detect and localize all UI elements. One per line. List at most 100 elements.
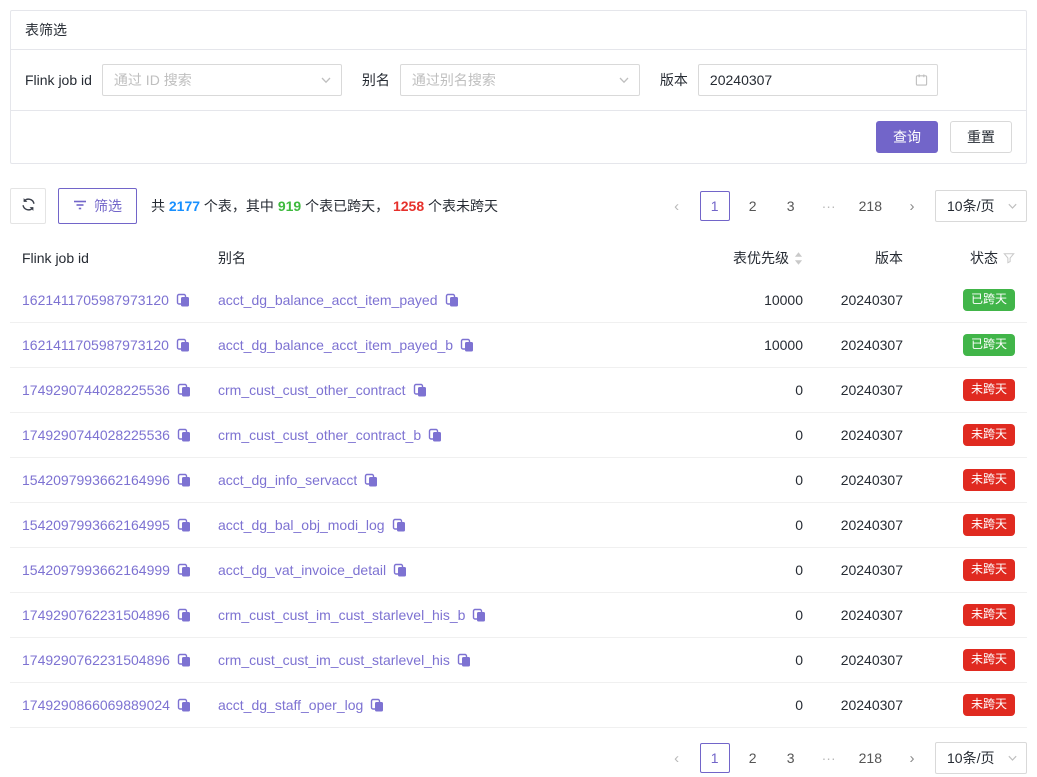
- copy-icon[interactable]: [370, 698, 384, 712]
- alias-link[interactable]: crm_cust_cust_other_contract: [218, 382, 406, 398]
- job-id-cell: 1749290744028225536: [22, 382, 218, 398]
- summary-mid2: 个表已跨天，: [301, 198, 393, 214]
- job-id-link[interactable]: 1749290762231504896: [22, 607, 170, 623]
- job-id-link[interactable]: 1542097993662164996: [22, 472, 170, 488]
- status-cell: 未跨天: [903, 469, 1015, 491]
- copy-icon[interactable]: [472, 608, 486, 622]
- refresh-button[interactable]: [10, 188, 46, 224]
- filter-toggle-button[interactable]: 筛选: [58, 188, 137, 224]
- prev-page-button[interactable]: ‹: [662, 743, 692, 773]
- funnel-filter-icon[interactable]: [1003, 252, 1015, 264]
- copy-icon[interactable]: [177, 428, 191, 442]
- job-id-link[interactable]: 1749290762231504896: [22, 652, 170, 668]
- copy-icon[interactable]: [428, 428, 442, 442]
- alias-link[interactable]: crm_cust_cust_other_contract_b: [218, 427, 421, 443]
- page-size-select[interactable]: 10条/页: [935, 190, 1027, 222]
- alias-link[interactable]: crm_cust_cust_im_cust_starlevel_his_b: [218, 607, 465, 623]
- priority-value: 10000: [764, 292, 803, 308]
- page-button-1[interactable]: 1: [700, 191, 730, 221]
- status-cell: 未跨天: [903, 649, 1015, 671]
- alias-link[interactable]: crm_cust_cust_im_cust_starlevel_his: [218, 652, 450, 668]
- status-cell: 已跨天: [903, 289, 1015, 311]
- page-size-select[interactable]: 10条/页: [935, 742, 1027, 774]
- copy-icon[interactable]: [177, 698, 191, 712]
- next-page-button[interactable]: ›: [897, 191, 927, 221]
- job-id-cell: 1621411705987973120: [22, 292, 218, 308]
- version-value: 20240307: [841, 472, 903, 488]
- job-id-link[interactable]: 1542097993662164999: [22, 562, 170, 578]
- table-row: 1542097993662164996 acct_dg_info_servacc…: [10, 458, 1027, 503]
- field-version: 版本 20240307: [660, 64, 938, 96]
- job-id-link[interactable]: 1542097993662164995: [22, 517, 170, 533]
- alias-link[interactable]: acct_dg_staff_oper_log: [218, 697, 363, 713]
- alias-cell: crm_cust_cust_im_cust_starlevel_his_b: [218, 607, 683, 623]
- filter-card-footer: 查询 重置: [11, 110, 1026, 163]
- alias-link[interactable]: acct_dg_bal_obj_modi_log: [218, 517, 385, 533]
- copy-icon[interactable]: [176, 338, 190, 352]
- reset-button[interactable]: 重置: [950, 121, 1012, 153]
- flink-job-id-select[interactable]: 通过 ID 搜索: [102, 64, 342, 96]
- table-row: 1542097993662164999 acct_dg_vat_invoice_…: [10, 548, 1027, 593]
- job-id-link[interactable]: 1749290866069889024: [22, 697, 170, 713]
- page-button-2[interactable]: 2: [738, 191, 768, 221]
- header-priority[interactable]: 表优先级: [683, 248, 803, 268]
- priority-cell: 0: [683, 517, 803, 533]
- page-button-1[interactable]: 1: [700, 743, 730, 773]
- status-cell: 未跨天: [903, 694, 1015, 716]
- field-flink-job-id: Flink job id 通过 ID 搜索: [25, 64, 342, 96]
- copy-icon[interactable]: [177, 518, 191, 532]
- alias-link[interactable]: acct_dg_balance_acct_item_payed: [218, 292, 438, 308]
- copy-icon[interactable]: [413, 383, 427, 397]
- filter-fields-row: Flink job id 通过 ID 搜索 别名 通过别名搜索 版本 20240…: [11, 50, 1026, 110]
- page-button-3[interactable]: 3: [776, 743, 806, 773]
- table-row: 1749290744028225536 crm_cust_cust_other_…: [10, 413, 1027, 458]
- status-badge: 已跨天: [963, 334, 1015, 356]
- priority-cell: 0: [683, 427, 803, 443]
- priority-cell: 0: [683, 382, 803, 398]
- copy-icon[interactable]: [392, 518, 406, 532]
- copy-icon[interactable]: [364, 473, 378, 487]
- page-button-last[interactable]: 218: [852, 191, 889, 221]
- copy-icon[interactable]: [460, 338, 474, 352]
- table-row: 1749290744028225536 crm_cust_cust_other_…: [10, 368, 1027, 413]
- summary-mid1: 个表，其中: [200, 198, 278, 214]
- copy-icon[interactable]: [177, 653, 191, 667]
- copy-icon[interactable]: [177, 383, 191, 397]
- copy-icon[interactable]: [393, 563, 407, 577]
- job-id-link[interactable]: 1749290744028225536: [22, 427, 170, 443]
- page-button-2[interactable]: 2: [738, 743, 768, 773]
- version-value: 20240307: [841, 697, 903, 713]
- alias-link[interactable]: acct_dg_vat_invoice_detail: [218, 562, 386, 578]
- query-button[interactable]: 查询: [876, 121, 938, 153]
- alias-link[interactable]: acct_dg_info_servacct: [218, 472, 357, 488]
- job-id-link[interactable]: 1621411705987973120: [22, 292, 169, 308]
- priority-cell: 0: [683, 652, 803, 668]
- alias-cell: crm_cust_cust_im_cust_starlevel_his: [218, 652, 683, 668]
- priority-value: 0: [795, 607, 803, 623]
- header-status[interactable]: 状态: [903, 248, 1015, 268]
- copy-icon[interactable]: [177, 608, 191, 622]
- job-id-link[interactable]: 1621411705987973120: [22, 337, 169, 353]
- version-value: 20240307: [841, 607, 903, 623]
- copy-icon[interactable]: [177, 473, 191, 487]
- priority-value: 0: [795, 697, 803, 713]
- version-date-input[interactable]: 20240307: [698, 64, 938, 96]
- alias-placeholder: 通过别名搜索: [412, 70, 496, 90]
- page-ellipsis[interactable]: ···: [814, 743, 844, 773]
- chevron-down-icon: [1007, 201, 1018, 212]
- version-cell: 20240307: [803, 517, 903, 533]
- page-button-last[interactable]: 218: [852, 743, 889, 773]
- page-button-3[interactable]: 3: [776, 191, 806, 221]
- sort-icon[interactable]: [794, 252, 803, 265]
- copy-icon[interactable]: [176, 293, 190, 307]
- page-ellipsis[interactable]: ···: [814, 191, 844, 221]
- copy-icon[interactable]: [177, 563, 191, 577]
- copy-icon[interactable]: [457, 653, 471, 667]
- alias-link[interactable]: acct_dg_balance_acct_item_payed_b: [218, 337, 453, 353]
- alias-select[interactable]: 通过别名搜索: [400, 64, 640, 96]
- prev-page-button[interactable]: ‹: [662, 191, 692, 221]
- copy-icon[interactable]: [445, 293, 459, 307]
- flink-job-id-placeholder: 通过 ID 搜索: [114, 70, 192, 90]
- job-id-link[interactable]: 1749290744028225536: [22, 382, 170, 398]
- next-page-button[interactable]: ›: [897, 743, 927, 773]
